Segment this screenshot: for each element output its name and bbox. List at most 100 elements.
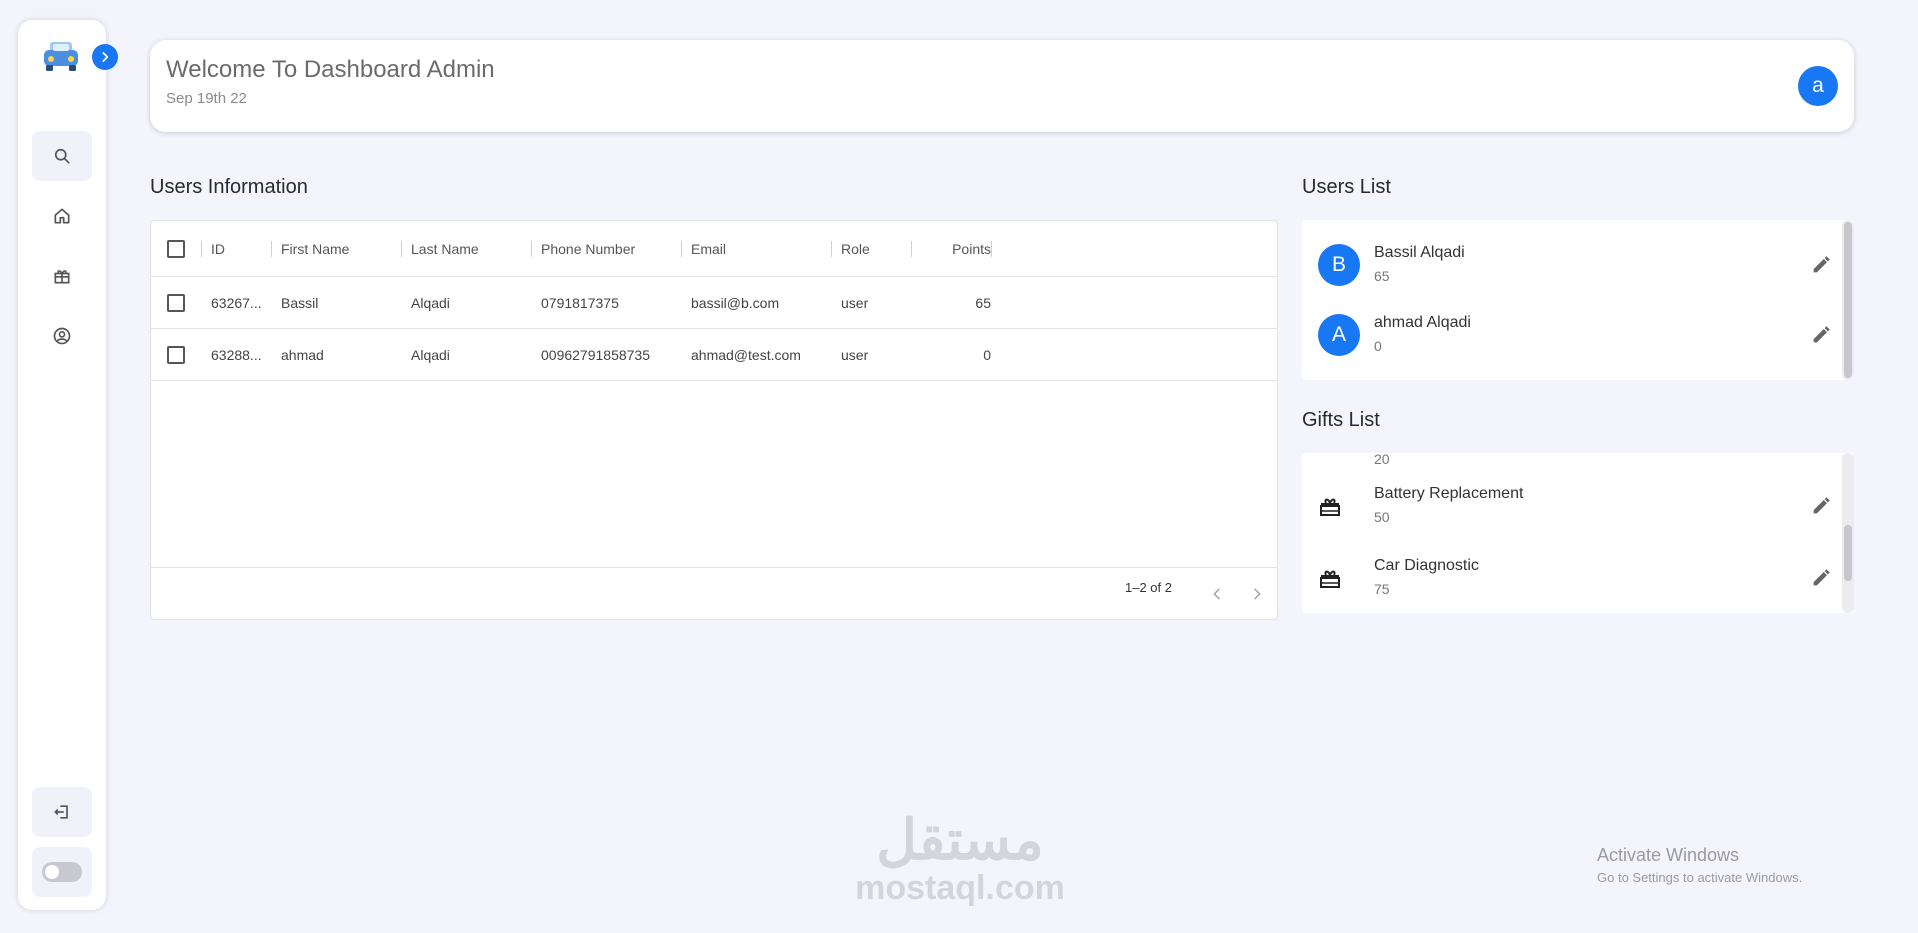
home-icon: [54, 208, 70, 224]
column-header-points[interactable]: Points: [921, 221, 991, 276]
list-item[interactable]: Car Diagnostic 75: [1302, 545, 1842, 613]
cell-role: user: [841, 346, 869, 363]
cell-phone: 00962791858735: [541, 346, 651, 363]
edit-gift-button[interactable]: [1808, 565, 1834, 591]
row-select-cell: [167, 277, 185, 328]
column-separator[interactable]: [201, 241, 202, 257]
logout-button[interactable]: [32, 787, 92, 837]
sidebar-expand-button[interactable]: [92, 44, 118, 70]
previous-page-button[interactable]: [1205, 582, 1229, 606]
row-checkbox[interactable]: [167, 293, 185, 312]
table-row[interactable]: 63288... ahmad Alqadi 00962791858735 ahm…: [151, 329, 1277, 381]
watermark-latin-text: mostaql.com: [855, 869, 1065, 907]
gift-icon: [1316, 565, 1344, 593]
column-header-last-name[interactable]: Last Name: [411, 221, 479, 276]
edit-user-button[interactable]: [1808, 322, 1834, 348]
car-logo: [40, 36, 82, 78]
scroll-thumb[interactable]: [1844, 222, 1852, 378]
header-date: Sep 19th 22: [166, 90, 247, 107]
account-circle-icon: [53, 327, 71, 345]
column-separator[interactable]: [831, 241, 832, 257]
gift-points-partial: 20: [1374, 453, 1390, 467]
column-header-phone[interactable]: Phone Number: [541, 221, 635, 276]
edit-gift-button[interactable]: [1808, 493, 1834, 519]
user-points: 0: [1374, 338, 1382, 354]
column-header-first-name[interactable]: First Name: [281, 221, 349, 276]
gift-icon: [1316, 493, 1344, 521]
nav-home-button[interactable]: [32, 191, 92, 241]
column-separator[interactable]: [401, 241, 402, 257]
toggle-knob: [45, 865, 59, 879]
gift-name: Car Diagnostic: [1374, 557, 1479, 574]
activate-windows-subtitle: Go to Settings to activate Windows.: [1597, 870, 1803, 885]
nav-gifts-button[interactable]: [32, 251, 92, 301]
column-separator[interactable]: [531, 241, 532, 257]
row-checkbox[interactable]: [167, 345, 185, 364]
chevron-left-icon: [1213, 588, 1220, 600]
column-separator[interactable]: [911, 241, 912, 257]
select-all-checkbox[interactable]: [167, 239, 185, 258]
list-item[interactable]: A ahmad Alqadi 0: [1302, 300, 1842, 370]
theme-toggle[interactable]: [42, 862, 82, 882]
users-table: ID First Name Last Name Phone Number Ema…: [150, 220, 1278, 620]
user-name: Bassil Alqadi: [1374, 244, 1465, 261]
cell-id: 63267...: [211, 294, 262, 311]
gifts-list-scrollbar[interactable]: [1842, 453, 1854, 613]
watermark-arabic-text: مستقل: [876, 808, 1044, 871]
activate-windows-title: Activate Windows: [1597, 845, 1740, 865]
cell-role: user: [841, 294, 869, 311]
gift-points: 75: [1374, 581, 1390, 597]
gifts-list: 20 Battery Replacement 50 Car Diagnostic…: [1302, 453, 1854, 613]
list-item[interactable]: Battery Replacement 50: [1302, 473, 1842, 543]
user-name: ahmad Alqadi: [1374, 314, 1471, 331]
column-separator[interactable]: [271, 241, 272, 257]
edit-icon: [1813, 569, 1830, 586]
user-avatar[interactable]: a: [1798, 66, 1838, 106]
cell-first-name: Bassil: [281, 294, 319, 311]
next-page-button[interactable]: [1245, 582, 1269, 606]
logout-icon: [54, 805, 68, 819]
edit-user-button[interactable]: [1808, 252, 1834, 278]
row-select-cell: [167, 329, 185, 380]
gift-icon: [54, 270, 70, 284]
list-item[interactable]: B Bassil Alqadi 65: [1302, 230, 1842, 300]
edit-icon: [1813, 497, 1830, 514]
sidebar: [18, 20, 106, 910]
gifts-list-title: Gifts List: [1302, 409, 1380, 431]
chevron-right-icon: [1254, 588, 1261, 600]
header-card: Welcome To Dashboard Admin Sep 19th 22 a: [150, 40, 1854, 132]
cell-email: ahmad@test.com: [691, 346, 801, 363]
table-header-row: ID First Name Last Name Phone Number Ema…: [151, 221, 1277, 277]
activate-windows-watermark: Activate Windows Go to Settings to activ…: [1597, 845, 1802, 885]
column-separator[interactable]: [681, 241, 682, 257]
column-header-id[interactable]: ID: [211, 221, 225, 276]
table-row[interactable]: 63267... Bassil Alqadi 0791817375 bassil…: [151, 277, 1277, 329]
cell-phone: 0791817375: [541, 294, 619, 311]
cell-id: 63288...: [211, 346, 262, 363]
users-list-title: Users List: [1302, 176, 1391, 198]
nav-account-button[interactable]: [32, 311, 92, 361]
pagination-label: 1–2 of 2: [1125, 580, 1172, 595]
page-title: Welcome To Dashboard Admin: [166, 56, 495, 83]
scroll-thumb[interactable]: [1844, 525, 1852, 581]
gift-points: 50: [1374, 509, 1390, 525]
search-icon: [54, 148, 70, 164]
column-header-email[interactable]: Email: [691, 221, 726, 276]
cell-last-name: Alqadi: [411, 346, 450, 363]
cell-points: 0: [983, 346, 991, 363]
user-points: 65: [1374, 268, 1390, 284]
cell-points: 65: [975, 294, 991, 311]
column-separator[interactable]: [991, 241, 992, 257]
table-footer: 1–2 of 2: [151, 567, 1277, 619]
edit-icon: [1813, 256, 1830, 273]
column-header-role[interactable]: Role: [841, 221, 870, 276]
users-list-scrollbar[interactable]: [1842, 220, 1854, 380]
cell-email: bassil@b.com: [691, 294, 780, 311]
theme-toggle-container: [32, 847, 92, 897]
nav-search-button[interactable]: [32, 131, 92, 181]
edit-icon: [1813, 326, 1830, 343]
users-list: B Bassil Alqadi 65 A ahmad Alqadi 0: [1302, 220, 1854, 380]
chevron-right-icon: [102, 52, 109, 62]
mostaql-watermark: مستقل mostaql.com: [842, 808, 1078, 907]
cell-last-name: Alqadi: [411, 294, 450, 311]
